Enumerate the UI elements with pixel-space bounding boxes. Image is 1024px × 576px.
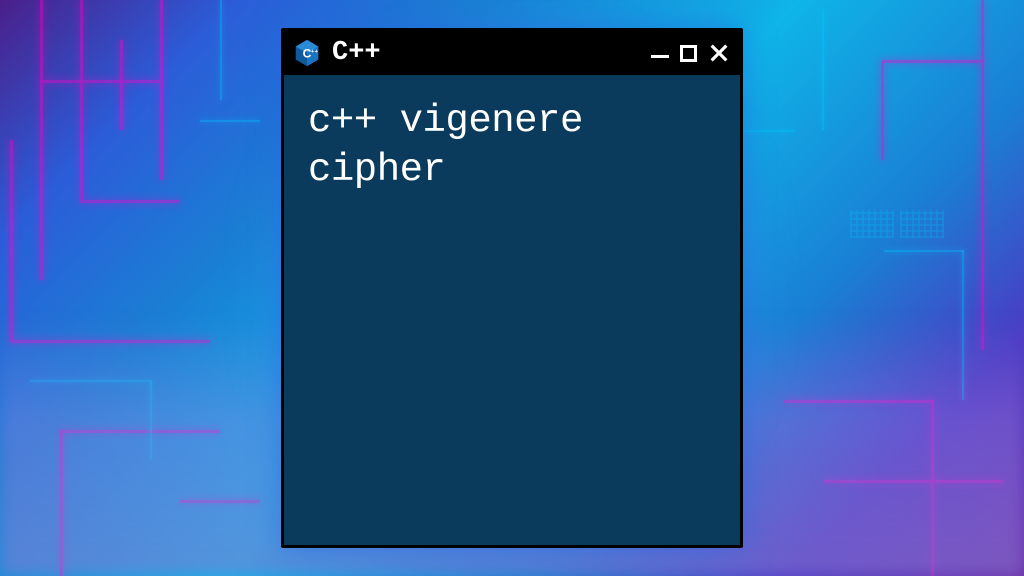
close-button[interactable] <box>708 42 730 64</box>
window-controls <box>651 42 730 64</box>
titlebar[interactable]: C + + C++ <box>284 31 740 75</box>
content-area: c++ vigenere cipher <box>284 75 740 545</box>
minimize-button[interactable] <box>651 49 669 58</box>
minimize-icon <box>651 55 669 58</box>
app-window: C + + C++ c++ vigenere cipher <box>281 28 743 548</box>
close-icon <box>708 42 730 64</box>
maximize-button[interactable] <box>680 45 697 62</box>
content-line-1: c++ vigenere <box>308 97 716 146</box>
window-title: C++ <box>332 38 641 68</box>
maximize-icon <box>680 45 697 62</box>
cpp-logo-icon: C + + <box>292 38 322 68</box>
content-line-2: cipher <box>308 146 716 195</box>
